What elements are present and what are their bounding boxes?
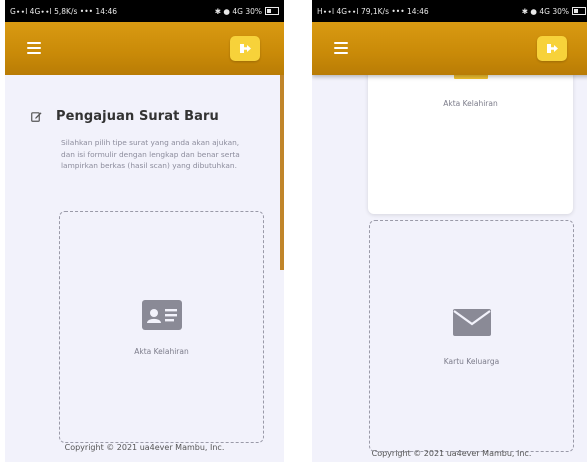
card-label: Akta Kelahiran [443,99,498,108]
envelope-icon [452,309,491,340]
status-bar: H∙∙l 4G∙∙l 79,1K/s ••• 14:46 ✱ ● 4G 30% [312,0,587,22]
main-content: Akta Kelahiran Kartu Keluarga Copyright … [312,55,587,472]
scrollbar[interactable] [280,75,284,270]
phone-screen-right: H∙∙l 4G∙∙l 79,1K/s ••• 14:46 ✱ ● 4G 30% … [312,0,587,472]
letter-type-card-akta-kelahiran[interactable]: Akta Kelahiran [59,211,264,443]
battery-icon [572,7,586,15]
status-right-text: ✱ ● 4G 30% [214,6,262,16]
logout-icon [546,44,558,53]
page-description: Silahkan pilih tipe surat yang anda akan… [61,138,240,170]
edit-icon [31,111,42,122]
page-title: Pengajuan Surat Baru [56,109,219,124]
main-content: Pengajuan Surat Baru Silahkan pilih tipe… [5,75,284,472]
battery-icon [265,7,279,15]
hamburger-icon[interactable] [334,42,348,54]
footer-copyright: Copyright © 2021 ua4ever Mambu, Inc. [64,443,225,452]
hamburger-icon[interactable] [27,42,41,54]
card-label: Kartu Keluarga [443,357,500,366]
letter-type-card-kartu-keluarga[interactable]: Kartu Keluarga [369,220,574,452]
id-card-icon [141,300,182,334]
letter-type-card-akta-kelahiran[interactable]: Akta Kelahiran [368,55,573,214]
card-label: Akta Kelahiran [134,347,189,356]
app-bar [5,22,284,75]
logout-button[interactable] [230,36,260,61]
footer-copyright: Copyright © 2021 ua4ever Mambu, Inc. [371,449,532,458]
phone-screen-left: G∙∙l 4G∙∙l 5,8K/s ••• 14:46 ✱ ● 4G 30% P… [5,0,284,472]
status-left-text: G∙∙l 4G∙∙l 5,8K/s ••• 14:46 [10,6,118,16]
logout-icon [239,44,251,53]
app-bar [312,22,587,75]
status-left-text: H∙∙l 4G∙∙l 79,1K/s ••• 14:46 [317,6,429,16]
status-bar: G∙∙l 4G∙∙l 5,8K/s ••• 14:46 ✱ ● 4G 30% [5,0,284,22]
logout-button[interactable] [537,36,567,61]
status-right-text: ✱ ● 4G 30% [521,6,569,16]
